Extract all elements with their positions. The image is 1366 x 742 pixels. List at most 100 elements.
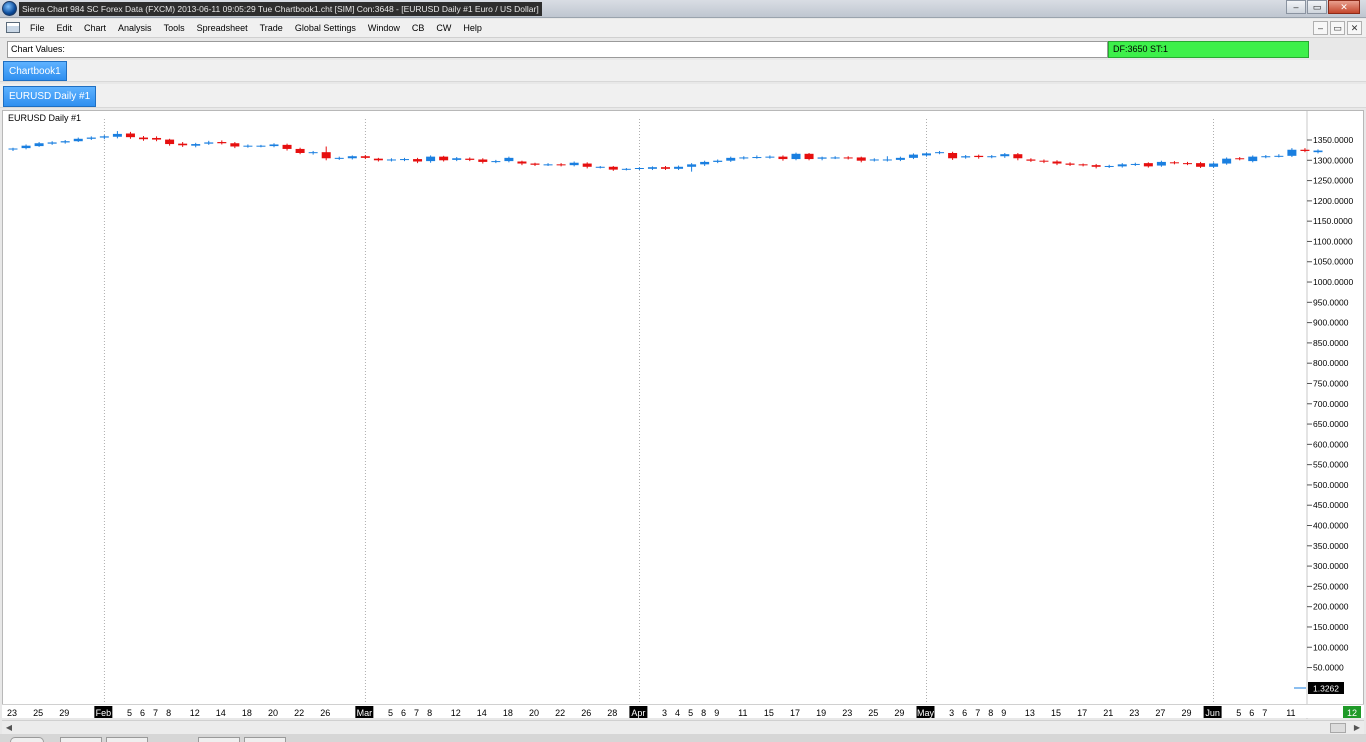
globe-icon[interactable] bbox=[2, 1, 17, 16]
date-tick-label: 13 bbox=[1025, 708, 1035, 718]
date-tick-label: 5 bbox=[688, 708, 693, 718]
taskbar-item[interactable] bbox=[60, 737, 102, 742]
candle-down bbox=[217, 142, 227, 144]
close-icon[interactable]: ✕ bbox=[1328, 0, 1360, 14]
candle-up bbox=[543, 164, 553, 166]
price-chart[interactable]: 1350.00001300.00001250.00001200.00001150… bbox=[3, 111, 1365, 719]
candle-up bbox=[99, 136, 109, 138]
chart-document-icon[interactable] bbox=[6, 22, 20, 33]
taskbar-item[interactable] bbox=[244, 737, 286, 742]
menu-analysis[interactable]: Analysis bbox=[112, 19, 158, 38]
mdi-controls: – ▭ ✕ bbox=[1311, 21, 1362, 35]
y-tick-label: 550.0000 bbox=[1313, 460, 1349, 470]
candle-up bbox=[687, 164, 697, 167]
candle-up bbox=[204, 142, 214, 144]
horizontal-scrollbar[interactable]: ◀ ▶ bbox=[2, 720, 1364, 734]
candle-down bbox=[556, 164, 566, 166]
candle-up bbox=[112, 133, 122, 137]
candle-up bbox=[34, 143, 44, 147]
maximize-icon[interactable]: ▭ bbox=[1307, 0, 1327, 14]
date-tick-label: 29 bbox=[1181, 708, 1191, 718]
tab-chartbook1[interactable]: Chartbook1 bbox=[3, 61, 67, 81]
candle-down bbox=[1013, 154, 1023, 159]
date-tick-label: 26 bbox=[581, 708, 591, 718]
menu-help[interactable]: Help bbox=[457, 19, 488, 38]
scroll-left-icon[interactable]: ◀ bbox=[2, 721, 16, 735]
minimize-icon[interactable]: – bbox=[1286, 0, 1306, 14]
candle-up bbox=[869, 159, 879, 161]
candle-up bbox=[674, 166, 684, 169]
date-tick-label: 23 bbox=[1129, 708, 1139, 718]
menu-cw[interactable]: CW bbox=[430, 19, 457, 38]
menu-cb[interactable]: CB bbox=[406, 19, 431, 38]
date-tick-label: 27 bbox=[1155, 708, 1165, 718]
y-tick-label: 500.0000 bbox=[1313, 480, 1349, 490]
y-tick-label: 700.0000 bbox=[1313, 399, 1349, 409]
candle-down bbox=[139, 137, 148, 140]
date-tick-label: 6 bbox=[1249, 708, 1254, 718]
candle-down bbox=[1065, 163, 1075, 165]
candle-up bbox=[752, 157, 762, 159]
menu-window[interactable]: Window bbox=[362, 19, 406, 38]
start-orb-icon[interactable] bbox=[10, 737, 44, 742]
date-tick-label: 3 bbox=[662, 708, 667, 718]
menu-trade[interactable]: Trade bbox=[254, 19, 289, 38]
candle-up bbox=[243, 145, 253, 147]
date-tick-label: 5 bbox=[127, 708, 132, 718]
candle-up bbox=[1274, 155, 1284, 157]
date-tick-label: May bbox=[917, 708, 935, 718]
date-tick-label: 8 bbox=[701, 708, 706, 718]
date-tick-label: Feb bbox=[96, 708, 112, 718]
candle-up bbox=[1000, 154, 1010, 157]
date-tick-label: 19 bbox=[816, 708, 826, 718]
mdi-close-button[interactable]: ✕ bbox=[1347, 21, 1362, 35]
chart-values-bar: Chart Values: DF:3650 ST:1 bbox=[6, 41, 1366, 58]
date-axis[interactable]: 23 25 29 Feb 5 6 7 8 12 14 18 20 22 26 Mar 5 6 7 8 12 14 18 20… bbox=[2, 704, 1364, 718]
menu-edit[interactable]: Edit bbox=[51, 19, 79, 38]
menu-global-settings[interactable]: Global Settings bbox=[289, 19, 362, 38]
taskbar-item[interactable] bbox=[106, 737, 148, 742]
date-tick-label: 8 bbox=[166, 708, 171, 718]
candle-down bbox=[1183, 163, 1192, 165]
candle-up bbox=[1209, 163, 1219, 167]
date-tick-label: 20 bbox=[529, 708, 539, 718]
chart-window[interactable]: 1350.0000 1300.0000 1250.0000 1200.0000 1150… bbox=[2, 110, 1365, 719]
menu-tools[interactable]: Tools bbox=[158, 19, 191, 38]
y-tick-label: 350.0000 bbox=[1313, 541, 1349, 551]
candle-up bbox=[1130, 163, 1140, 165]
candle-up bbox=[713, 160, 723, 162]
tab-eurusd-daily[interactable]: EURUSD Daily #1 bbox=[3, 86, 97, 107]
menu-chart[interactable]: Chart bbox=[78, 19, 112, 38]
y-tick-label: 200.0000 bbox=[1313, 602, 1349, 612]
date-tick-label: 7 bbox=[153, 708, 158, 718]
date-tick-label: 9 bbox=[1001, 708, 1006, 718]
y-tick-label: 450.0000 bbox=[1313, 500, 1349, 510]
taskbar-item[interactable] bbox=[198, 737, 240, 742]
mdi-minimize-button[interactable]: – bbox=[1313, 21, 1328, 35]
candle-down bbox=[856, 157, 866, 161]
candle-up bbox=[739, 157, 749, 159]
date-tick-label: 25 bbox=[868, 708, 878, 718]
y-tick-label: 750.0000 bbox=[1313, 378, 1349, 388]
date-tick-label: 6 bbox=[401, 708, 406, 718]
date-tick-label: Jun bbox=[1205, 708, 1220, 718]
candle-up bbox=[452, 158, 462, 160]
date-tick-label: 18 bbox=[242, 708, 252, 718]
date-tick-label: Mar bbox=[357, 708, 373, 718]
candle-down bbox=[804, 153, 814, 160]
scroll-right-icon[interactable]: ▶ bbox=[1350, 721, 1364, 735]
candle-down bbox=[608, 166, 618, 170]
scrollbar-thumb[interactable] bbox=[1330, 723, 1346, 733]
menu-file[interactable]: File bbox=[24, 19, 51, 38]
candle-up bbox=[21, 145, 31, 149]
candle-down bbox=[282, 144, 292, 149]
chart-values-field: Chart Values: bbox=[7, 41, 1108, 58]
candle-down bbox=[321, 152, 331, 159]
mdi-restore-button[interactable]: ▭ bbox=[1330, 21, 1345, 35]
menu-spreadsheet[interactable]: Spreadsheet bbox=[191, 19, 254, 38]
candle-up bbox=[935, 152, 945, 154]
candle-up bbox=[334, 157, 344, 159]
candle-up bbox=[400, 159, 409, 161]
y-tick-label: 650.0000 bbox=[1313, 419, 1349, 429]
date-tick-label: 18 bbox=[503, 708, 513, 718]
